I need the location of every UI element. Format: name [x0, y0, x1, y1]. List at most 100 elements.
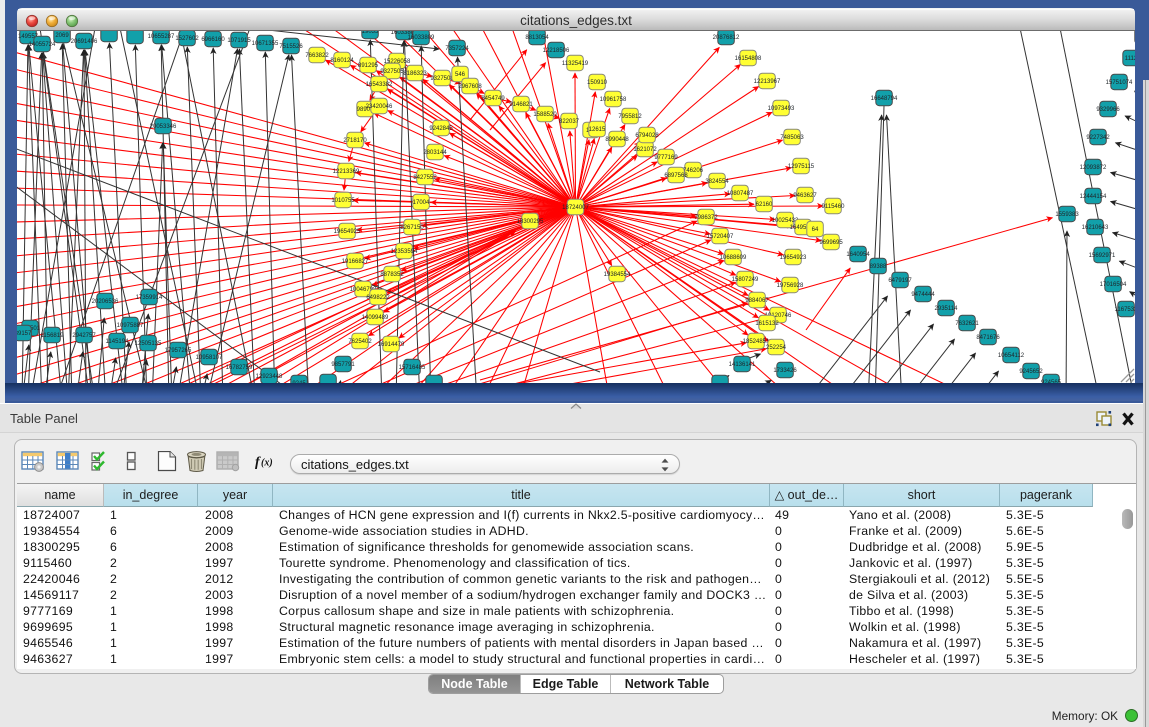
svg-text:23420046: 23420046: [366, 104, 393, 110]
svg-text:10975887: 10975887: [117, 323, 144, 329]
svg-text:1071915: 1071915: [227, 38, 251, 44]
svg-text:16543382: 16543382: [366, 82, 393, 88]
svg-text:8471676: 8471676: [976, 335, 1000, 341]
svg-text:9474444: 9474444: [911, 292, 935, 298]
svg-text:1559383: 1559383: [1055, 212, 1079, 218]
svg-text:12213967: 12213967: [754, 79, 781, 85]
svg-text:14055724: 14055724: [29, 42, 56, 48]
svg-text:16914479: 16914479: [378, 342, 405, 348]
svg-text:9146821: 9146821: [509, 102, 533, 108]
svg-text:citations_edges.txt: citations_edges.txt: [520, 13, 632, 28]
svg-text:18724007: 18724007: [562, 205, 589, 211]
svg-text:3824554: 3824554: [705, 179, 729, 185]
svg-text:7632621: 7632621: [955, 321, 979, 327]
svg-text:8454749: 8454749: [481, 96, 505, 102]
svg-text:17359914: 17359914: [136, 295, 163, 301]
svg-text:1733426: 1733426: [773, 368, 797, 374]
svg-text:64: 64: [812, 227, 819, 233]
svg-text:10807487: 10807487: [727, 191, 754, 197]
svg-text:8160124: 8160124: [330, 58, 354, 64]
svg-text:1640954: 1640954: [846, 252, 870, 258]
svg-text:16154808: 16154808: [735, 56, 762, 62]
svg-text:7485063: 7485063: [780, 135, 804, 141]
svg-text:14099489: 14099489: [362, 315, 389, 321]
svg-text:8990448: 8990448: [605, 137, 629, 143]
svg-text:17016504: 17016504: [1100, 282, 1127, 288]
svg-text:12975115: 12975115: [788, 164, 815, 170]
svg-text:89388: 89388: [870, 264, 887, 270]
svg-text:7515526: 7515526: [279, 44, 303, 50]
svg-text:(x): (x): [261, 458, 273, 469]
svg-text:546: 546: [455, 72, 466, 78]
svg-text:1010755: 1010755: [331, 198, 355, 204]
svg-text:10654112: 10654112: [998, 353, 1025, 359]
svg-text:2942757: 2942757: [72, 333, 96, 339]
svg-text:6897568: 6897568: [664, 173, 688, 179]
svg-text:9242845: 9242845: [429, 126, 453, 132]
svg-text:20206536: 20206536: [92, 299, 119, 305]
svg-text:9329966: 9329966: [1096, 107, 1120, 113]
svg-text:2967608: 2967608: [458, 84, 482, 90]
svg-text:12218506: 12218506: [543, 48, 570, 54]
svg-text:12505135: 12505135: [135, 341, 162, 347]
svg-text:9777169: 9777169: [654, 155, 678, 161]
svg-text:10688609: 10688609: [720, 255, 747, 261]
svg-text:12093872: 12093872: [1080, 165, 1107, 171]
svg-text:19654923: 19654923: [780, 255, 807, 261]
svg-text:1615132: 1615132: [755, 321, 779, 327]
svg-text:7986372: 7986372: [694, 215, 718, 221]
svg-text:15720407: 15720407: [707, 234, 734, 240]
svg-text:891295: 891295: [358, 63, 379, 69]
svg-text:7625402: 7625402: [348, 339, 372, 345]
svg-text:19166827: 19166827: [342, 259, 369, 265]
svg-text:14136141: 14136141: [729, 362, 756, 368]
svg-text:9327505: 9327505: [380, 69, 404, 75]
svg-text:12213369: 12213369: [333, 169, 360, 175]
svg-text:9245652: 9245652: [1019, 369, 1043, 375]
svg-text:2803144: 2803144: [423, 150, 447, 156]
svg-text:8878352: 8878352: [380, 272, 404, 278]
svg-text:15716485: 15716485: [399, 365, 426, 371]
svg-text:10961758: 10961758: [600, 97, 627, 103]
svg-text:62160: 62160: [756, 202, 773, 208]
svg-text:10671355: 10671355: [252, 41, 279, 47]
svg-text:17004: 17004: [413, 200, 430, 206]
svg-text:6966160: 6966160: [201, 37, 225, 43]
svg-text:7357224: 7357224: [445, 46, 469, 52]
svg-text:9463627: 9463627: [793, 193, 817, 199]
svg-text:20691406: 20691406: [71, 39, 98, 45]
svg-text:16033809: 16033809: [408, 35, 435, 41]
svg-text:19756928: 19756928: [777, 283, 804, 289]
svg-text:8813054: 8813054: [525, 35, 549, 41]
svg-text:20876812: 20876812: [713, 35, 740, 41]
svg-text:15807249: 15807249: [732, 277, 759, 283]
svg-text:252254: 252254: [766, 345, 787, 351]
svg-text:12444154: 12444154: [1080, 194, 1107, 200]
svg-text:19384554: 19384554: [604, 272, 631, 278]
svg-text:822037: 822037: [559, 119, 580, 125]
svg-text:1145194: 1145194: [106, 339, 130, 345]
svg-text:6479197: 6479197: [888, 278, 912, 284]
svg-text:8267150: 8267150: [400, 225, 424, 231]
svg-text:2935114: 2935114: [935, 306, 959, 312]
svg-text:2069: 2069: [55, 33, 69, 39]
svg-text:1527602: 1527602: [175, 36, 199, 42]
svg-text:10655287: 10655287: [148, 34, 175, 40]
svg-text:6794028: 6794028: [635, 133, 659, 139]
svg-text:16210643: 16210643: [1082, 225, 1109, 231]
svg-text:17957265: 17957265: [165, 348, 192, 354]
svg-text:9327508: 9327508: [430, 76, 454, 82]
svg-text:16782759: 16782759: [226, 365, 253, 371]
svg-text:39157: 39157: [15, 331, 32, 337]
svg-text:20053346: 20053346: [150, 124, 177, 130]
svg-text:9699695: 9699695: [819, 240, 843, 246]
svg-text:2718170: 2718170: [343, 138, 367, 144]
svg-text:15751074: 15751074: [1106, 80, 1133, 86]
svg-text:12353594: 12353594: [391, 249, 418, 255]
svg-text:9857791: 9857791: [331, 362, 355, 368]
svg-text:1588520: 1588520: [533, 112, 557, 118]
svg-text:1167533: 1167533: [1115, 307, 1139, 313]
svg-text:15692971: 15692971: [1089, 253, 1116, 259]
svg-text:6498222: 6498222: [366, 295, 390, 301]
svg-text:10973493: 10973493: [768, 106, 795, 112]
